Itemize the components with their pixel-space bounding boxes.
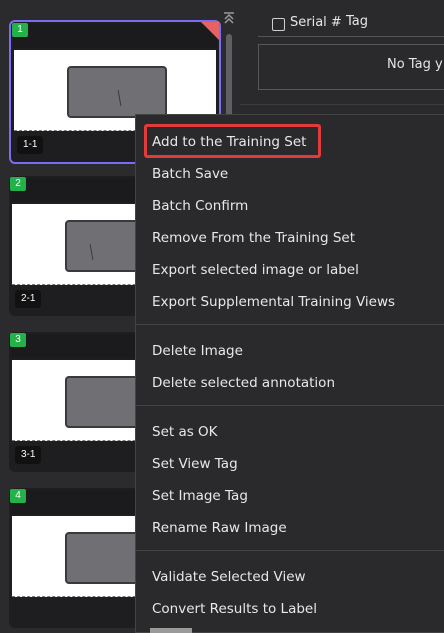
menu-item-convert-results[interactable]: Convert Results to Label	[152, 595, 317, 623]
thumbnail-number-badge: 4	[10, 489, 26, 503]
menu-item-delete-image[interactable]: Delete Image	[152, 337, 243, 365]
thumbnail-number-badge: 1	[12, 23, 28, 37]
tag-column-header[interactable]: Tag	[346, 14, 368, 29]
menu-separator	[136, 324, 444, 325]
view-label-badge: 3-1	[15, 446, 42, 464]
menu-item-set-view-tag[interactable]: Set View Tag	[152, 450, 238, 478]
empty-state-text: No Tag y	[387, 57, 443, 72]
menu-item-rename-raw-image[interactable]: Rename Raw Image	[152, 514, 287, 542]
highlight-annotation-box	[144, 124, 321, 158]
scroll-thumb[interactable]	[226, 34, 232, 124]
tag-table-header: Serial # Tag	[258, 6, 444, 37]
menu-item-remove-from-training-set[interactable]: Remove From the Training Set	[152, 224, 355, 252]
chevron-double-up-icon[interactable]	[222, 12, 236, 26]
thumbnail-number-badge: 2	[10, 177, 26, 191]
view-label-badge: 2-1	[15, 290, 42, 308]
thumbnail-number-badge: 3	[10, 333, 26, 347]
menu-item-delete-annotation[interactable]: Delete selected annotation	[152, 369, 335, 397]
view-label-badge: 1-1	[17, 136, 44, 154]
serial-column-header[interactable]: Serial #	[290, 15, 342, 30]
menu-item-validate-selected-view[interactable]: Validate Selected View	[152, 563, 306, 591]
menu-separator	[136, 405, 444, 406]
part-image	[67, 66, 167, 118]
menu-item-batch-save[interactable]: Batch Save	[152, 160, 228, 188]
menu-item-set-as-ok[interactable]: Set as OK	[152, 418, 218, 446]
context-menu: Add to the Training Set Batch Save Batch…	[135, 114, 444, 633]
scroll-indicator	[150, 628, 192, 633]
flag-icon	[201, 22, 219, 40]
menu-item-export-selected[interactable]: Export selected image or label	[152, 256, 359, 284]
menu-item-export-supplemental[interactable]: Export Supplemental Training Views	[152, 288, 395, 316]
menu-item-batch-confirm[interactable]: Batch Confirm	[152, 192, 248, 220]
divider	[240, 104, 444, 105]
menu-item-set-image-tag[interactable]: Set Image Tag	[152, 482, 248, 510]
select-all-checkbox[interactable]	[272, 18, 285, 31]
menu-separator	[136, 550, 444, 551]
tag-empty-state: No Tag y	[258, 44, 444, 90]
thumbnail-header	[13, 24, 217, 48]
